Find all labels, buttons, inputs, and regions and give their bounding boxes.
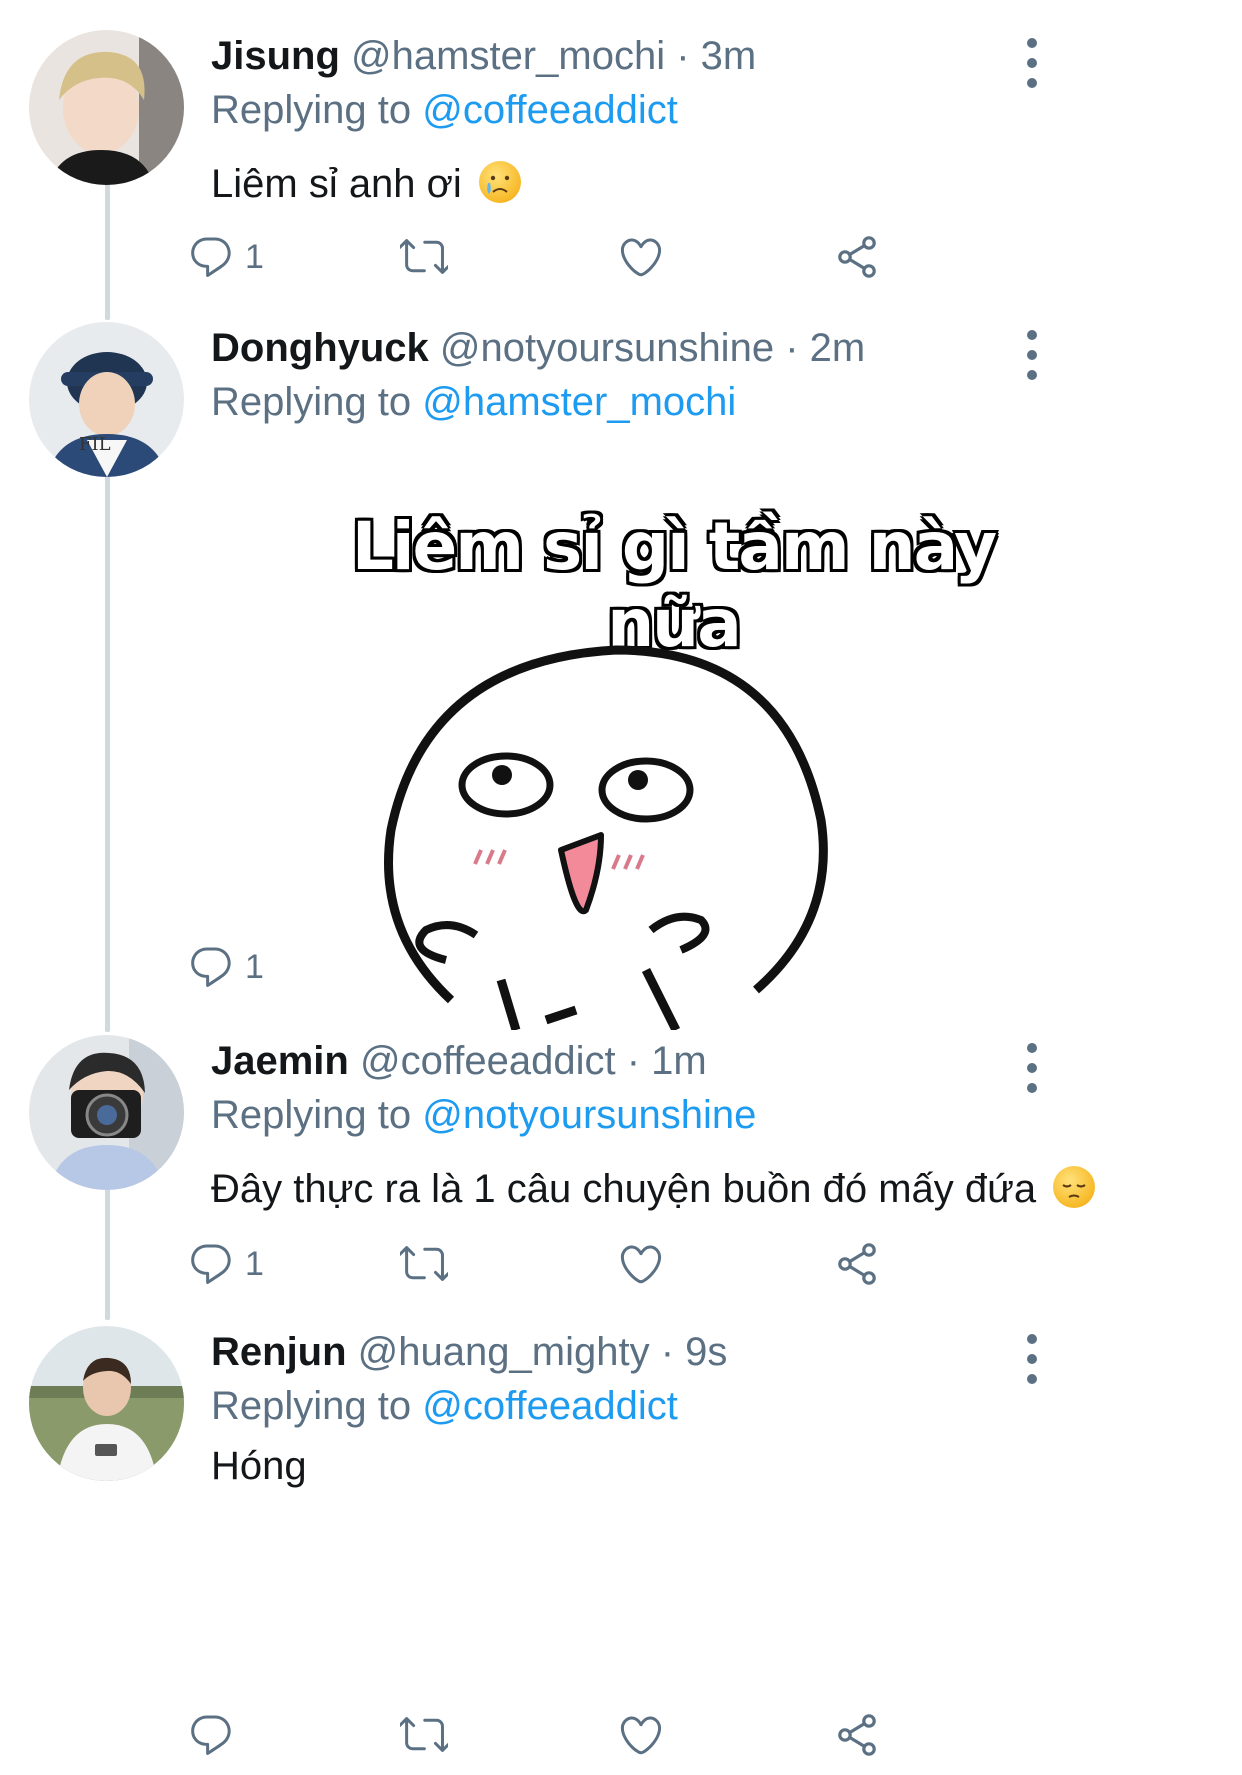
author-handle[interactable]: @notyoursunshine (440, 326, 774, 370)
share-icon (833, 1711, 881, 1759)
thread-line (105, 1180, 110, 1320)
replying-to-link[interactable]: @coffeeaddict (422, 88, 678, 132)
retweet-button[interactable] (400, 1705, 448, 1765)
replying-label: Replying to (211, 1384, 412, 1428)
author-handle[interactable]: @coffeeaddict (360, 1039, 616, 1083)
replying-label: Replying to (211, 1093, 412, 1137)
reply-icon (187, 233, 235, 281)
tweet-text: Hóng (211, 1440, 1182, 1492)
tweet-text-content: Đây thực ra là 1 câu chuyện buồn đó mấy … (211, 1167, 1037, 1211)
like-button[interactable] (617, 1234, 665, 1294)
retweet-button[interactable] (400, 1234, 448, 1294)
svg-text:FIL: FIL (79, 434, 111, 455)
retweet-icon (400, 1240, 448, 1288)
replying-label: Replying to (211, 380, 412, 424)
like-button[interactable] (617, 227, 665, 287)
replying-label: Replying to (211, 88, 412, 132)
reply-button[interactable] (187, 1705, 245, 1765)
share-button[interactable] (833, 1705, 881, 1765)
retweet-icon (400, 233, 448, 281)
avatar[interactable] (29, 1326, 184, 1481)
thread-line (105, 175, 110, 320)
author-handle[interactable]: @huang_mighty (358, 1330, 650, 1374)
timestamp[interactable]: 9s (685, 1330, 727, 1374)
reply-button[interactable]: 1 (187, 937, 264, 997)
avatar[interactable] (29, 1035, 184, 1190)
pensive-face-emoji (1053, 1166, 1096, 1208)
replying-to-link[interactable]: @hamster_mochi (422, 380, 736, 424)
retweet-icon (400, 1711, 448, 1759)
like-icon (617, 1240, 665, 1288)
action-bar: 1 (187, 227, 1087, 287)
reply-icon (187, 943, 235, 991)
like-icon (617, 233, 665, 281)
more-options-icon[interactable] (1012, 1043, 1052, 1093)
avatar[interactable] (29, 30, 184, 185)
separator: · (626, 1039, 641, 1083)
share-button[interactable] (833, 1234, 881, 1294)
author-name[interactable]: Jisung (211, 34, 340, 78)
more-options-icon[interactable] (1012, 330, 1052, 380)
author-handle[interactable]: @hamster_mochi (351, 34, 665, 78)
separator: · (676, 34, 690, 78)
more-options-icon[interactable] (1012, 1334, 1052, 1384)
retweet-button[interactable] (400, 227, 448, 287)
tweet-text-content: Liêm sỉ anh ơi (211, 162, 462, 206)
reply-count: 1 (245, 1244, 264, 1283)
reply-button[interactable]: 1 (187, 227, 264, 287)
reply-count: 1 (245, 237, 264, 276)
author-name[interactable]: Donghyuck (211, 326, 429, 370)
timestamp[interactable]: 2m (810, 326, 866, 370)
reply-icon (187, 1711, 235, 1759)
author-name[interactable]: Renjun (211, 1330, 347, 1374)
like-icon (617, 1711, 665, 1759)
tweet-media-image[interactable]: Liêm sỉ gì tầm này nữa (316, 490, 1031, 1030)
separator: · (785, 326, 799, 370)
action-bar (187, 1705, 1087, 1765)
replying-to-link[interactable]: @coffeeaddict (422, 1384, 678, 1428)
tweet-text: Đây thực ra là 1 câu chuyện buồn đó mấy … (211, 1163, 1182, 1215)
reply-count: 1 (245, 947, 264, 986)
like-button[interactable] (617, 1705, 665, 1765)
thread-line (105, 467, 110, 1032)
timestamp[interactable]: 1m (651, 1039, 707, 1083)
timestamp[interactable]: 3m (701, 34, 757, 78)
meme-character-illustration (384, 645, 828, 1030)
tweet-text-content: Hóng (211, 1444, 307, 1488)
reply-button[interactable]: 1 (187, 1234, 264, 1294)
share-button[interactable] (833, 227, 881, 287)
share-icon (833, 233, 881, 281)
tweet-text: Liêm sỉ anh ơi (211, 158, 1182, 210)
author-name[interactable]: Jaemin (211, 1039, 349, 1083)
action-bar: 1 (187, 1234, 1087, 1294)
replying-to-link[interactable]: @notyoursunshine (422, 1093, 756, 1137)
crying-face-emoji (478, 161, 521, 203)
avatar[interactable]: FIL (29, 322, 184, 477)
share-icon (833, 1240, 881, 1288)
reply-icon (187, 1240, 235, 1288)
more-options-icon[interactable] (1012, 38, 1052, 88)
separator: · (660, 1330, 675, 1374)
